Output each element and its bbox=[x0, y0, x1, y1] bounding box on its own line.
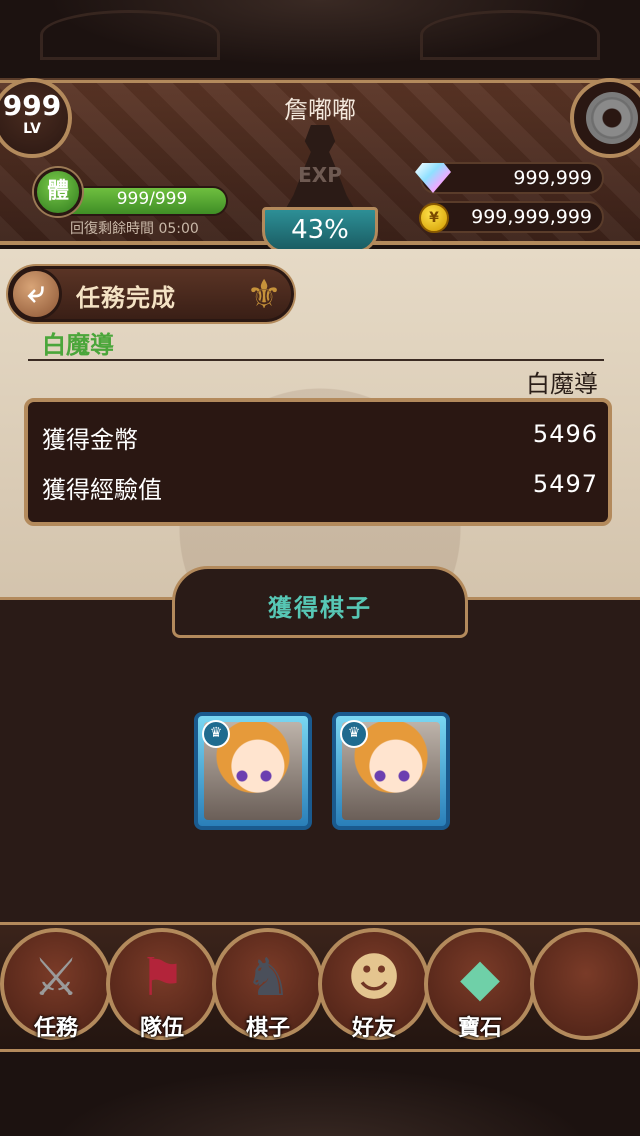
knight-icon: ♞ bbox=[244, 948, 292, 1008]
pieces-title: 獲得棋子 bbox=[268, 594, 372, 622]
back-button[interactable]: ⤶ bbox=[10, 268, 62, 320]
exp-tag: EXP bbox=[298, 163, 342, 187]
piece-card[interactable]: ♛ bbox=[194, 712, 312, 830]
piece-card[interactable]: ♛ bbox=[332, 712, 450, 830]
stamina-icon: 體 bbox=[34, 168, 82, 216]
portrait-eyes bbox=[236, 770, 272, 782]
portrait-eyes bbox=[374, 770, 410, 782]
stamina-value: 999/999 bbox=[116, 189, 188, 209]
back-arrow-icon: ⤶ bbox=[27, 275, 45, 310]
friend-face-icon: ☻ bbox=[346, 948, 402, 1008]
settings-button[interactable] bbox=[570, 78, 640, 158]
recover-timer: 回復剩餘時間 05:00 bbox=[70, 221, 199, 237]
crossed-swords-icon: ⚔ bbox=[32, 948, 80, 1008]
crown-icon: ♛ bbox=[202, 720, 230, 748]
gold-reward-label: 獲得金幣 bbox=[42, 426, 138, 454]
quest-name-secondary: 白魔導 bbox=[526, 370, 598, 398]
gear-icon bbox=[586, 92, 638, 144]
nav-friends-label: 好友 bbox=[351, 1016, 396, 1041]
nav-team-label: 隊伍 bbox=[139, 1016, 184, 1041]
flag-icon: ⚑ bbox=[138, 948, 186, 1008]
exp-percent: 43% bbox=[262, 207, 378, 253]
exp-reward-value: 5497 bbox=[532, 470, 598, 498]
nav-gems-label: 寶石 bbox=[457, 1016, 502, 1041]
bottom-decoration bbox=[0, 1052, 640, 1136]
exp-reward-label: 獲得經驗值 bbox=[42, 476, 162, 504]
level-value: 999 bbox=[2, 89, 62, 122]
page-title: 任務完成 bbox=[76, 284, 176, 312]
nav-pieces-label: 棋子 bbox=[245, 1016, 290, 1041]
gem-counter[interactable]: 999,999 bbox=[420, 162, 604, 194]
nav-empty-slot bbox=[530, 928, 640, 1040]
fleur-de-lis-icon: ⚜ bbox=[246, 272, 282, 318]
coin-icon: ¥ bbox=[419, 203, 449, 233]
scroll-ornament-left bbox=[40, 10, 220, 60]
top-decoration bbox=[0, 0, 640, 80]
gem-icon: ◆ bbox=[460, 948, 500, 1008]
divider bbox=[28, 359, 604, 361]
level-tag: LV bbox=[23, 121, 41, 137]
quest-name: 白魔導 bbox=[42, 331, 114, 359]
scroll-ornament-right bbox=[420, 10, 600, 60]
player-name: 詹嘟嘟 bbox=[284, 96, 356, 124]
reward-summary bbox=[24, 398, 612, 526]
crown-icon: ♛ bbox=[340, 720, 368, 748]
gold-reward-value: 5496 bbox=[532, 420, 598, 448]
pieces-panel bbox=[0, 597, 640, 922]
nav-quest-label: 任務 bbox=[33, 1016, 78, 1041]
